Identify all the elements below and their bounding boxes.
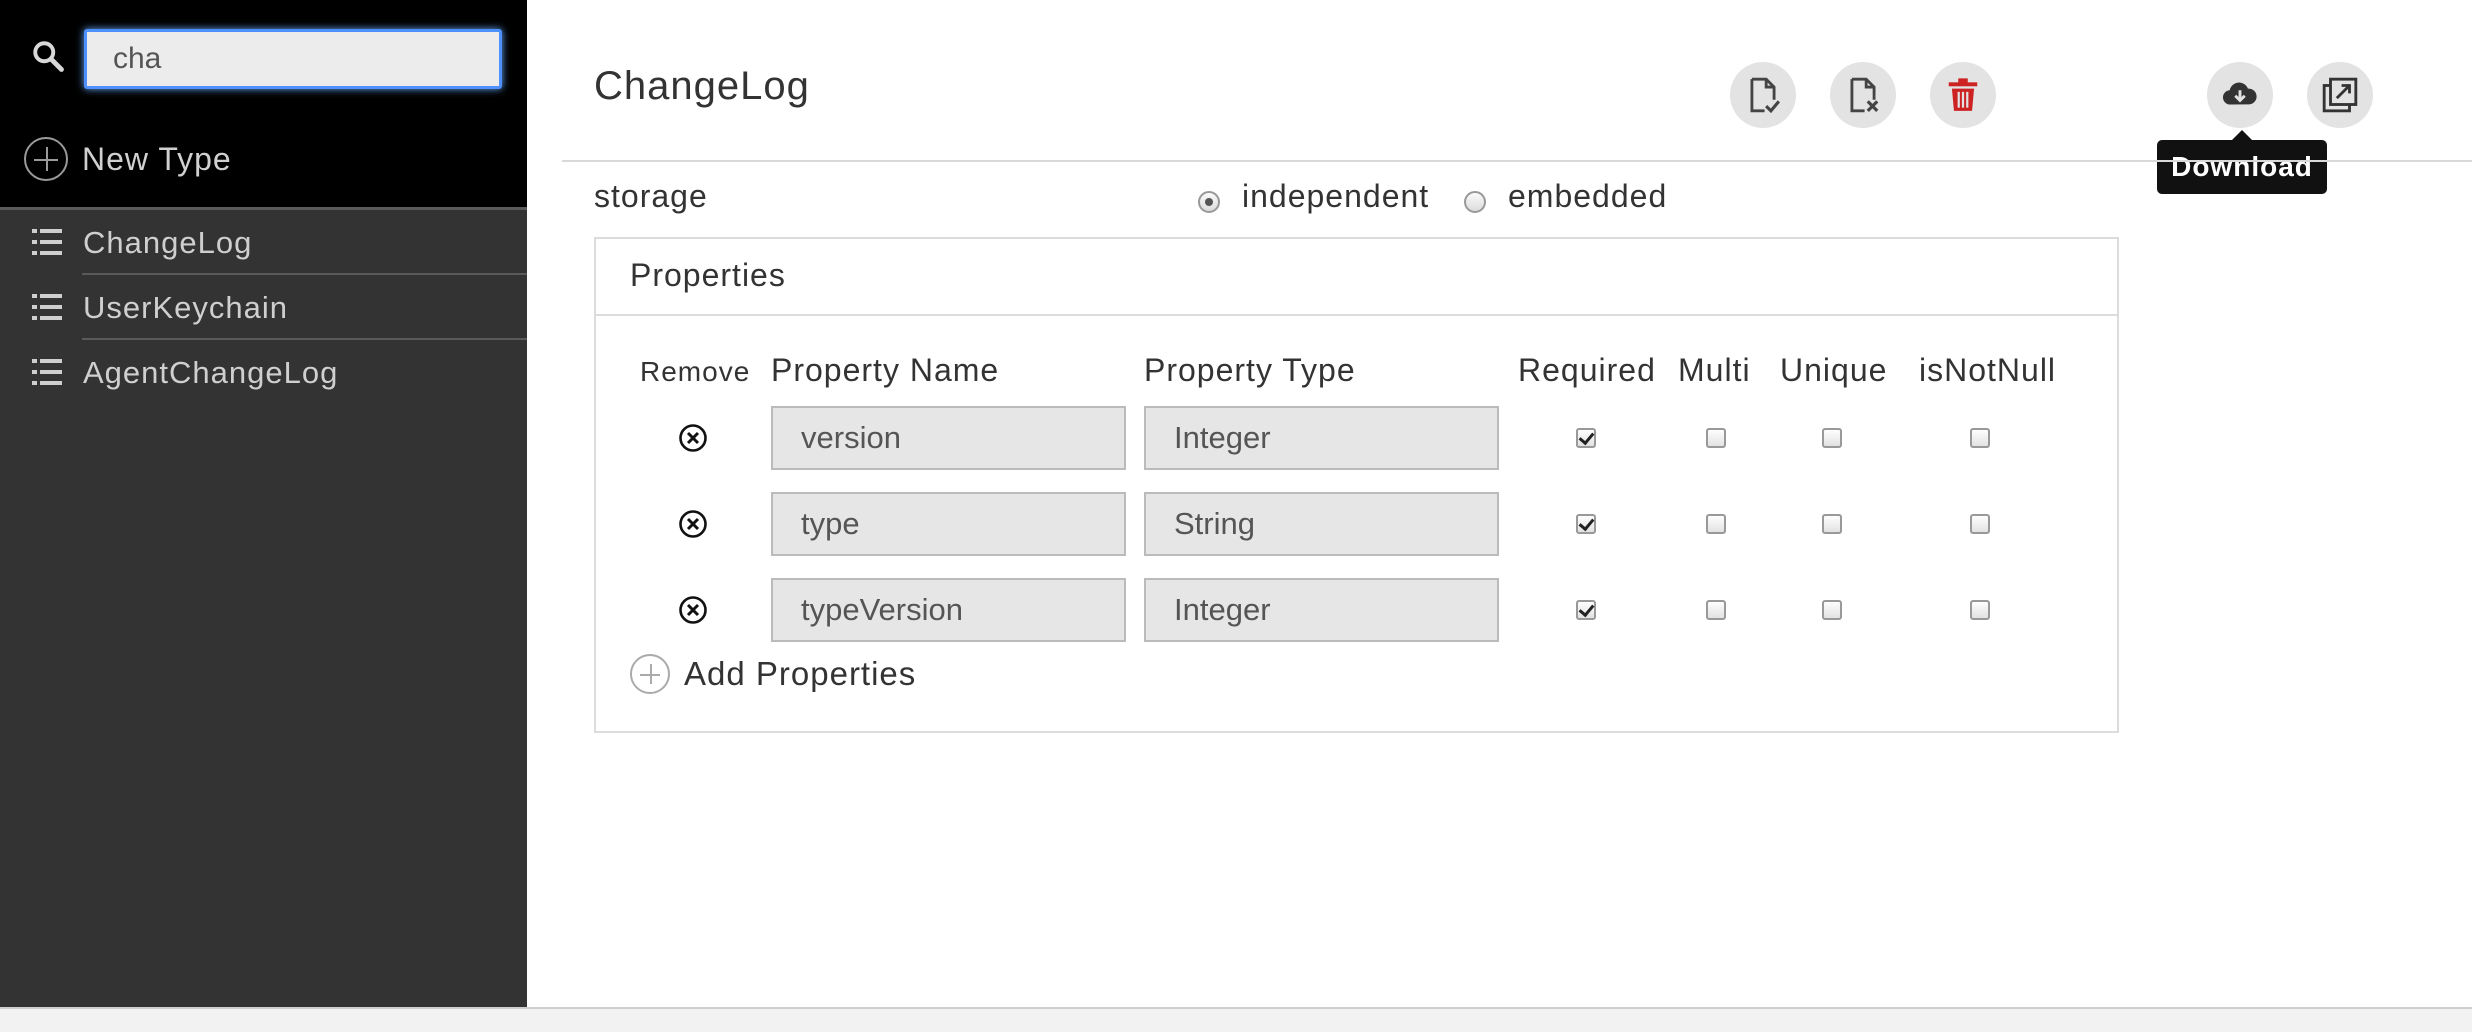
property-type-input[interactable]	[1144, 578, 1499, 642]
remove-circle-icon[interactable]	[678, 509, 708, 539]
download-tooltip: Download	[2157, 130, 2327, 194]
export-button[interactable]	[2307, 62, 2373, 128]
remove-circle-icon[interactable]	[678, 595, 708, 625]
new-type-label: New Type	[82, 140, 232, 177]
property-type-input[interactable]	[1144, 492, 1499, 556]
list-icon	[32, 229, 62, 255]
add-properties-label: Add Properties	[684, 655, 917, 692]
save-type-button[interactable]	[1730, 62, 1796, 128]
type-list: ChangeLog UserKeychain AgentChangeLog	[0, 210, 527, 405]
file-check-icon	[1750, 77, 1781, 114]
header-divider	[562, 160, 2472, 162]
sidebar-item-changelog[interactable]: ChangeLog	[0, 210, 527, 275]
property-name-input[interactable]	[771, 492, 1126, 556]
storage-embedded-radio[interactable]	[1464, 191, 1486, 213]
multi-checkbox[interactable]	[1706, 428, 1726, 448]
remove-circle-icon[interactable]	[678, 423, 708, 453]
storage-label: storage	[594, 178, 708, 214]
sidebar-header: New Type	[0, 0, 527, 210]
add-properties-button[interactable]: Add Properties	[630, 652, 916, 696]
required-checkbox[interactable]	[1576, 428, 1596, 448]
delete-type-button[interactable]	[1930, 62, 1996, 128]
properties-panel-header: Properties	[596, 239, 2117, 316]
trash-icon	[1948, 78, 1978, 111]
storage-independent-radio[interactable]	[1198, 191, 1220, 213]
plus-circle-icon	[630, 654, 670, 694]
sidebar-item-label: AgentChangeLog	[83, 354, 339, 390]
required-checkbox[interactable]	[1576, 600, 1596, 620]
sidebar-item-agentchangelog[interactable]: AgentChangeLog	[0, 340, 527, 405]
file-x-icon	[1850, 77, 1879, 113]
search-input[interactable]	[84, 29, 502, 89]
unique-checkbox[interactable]	[1822, 514, 1842, 534]
header-isnotnull: isNotNull	[1919, 352, 2057, 388]
properties-title: Properties	[630, 257, 786, 293]
page-title: ChangeLog	[594, 64, 810, 108]
header-required: Required	[1518, 352, 1656, 388]
property-type-input[interactable]	[1144, 406, 1499, 470]
multi-checkbox[interactable]	[1706, 514, 1726, 534]
cloud-download-icon	[2222, 82, 2257, 105]
property-name-input[interactable]	[771, 406, 1126, 470]
storage-independent-label: independent	[1242, 178, 1430, 214]
isnotnull-checkbox[interactable]	[1970, 428, 1990, 448]
header-unique: Unique	[1780, 352, 1888, 388]
header-multi: Multi	[1678, 352, 1751, 388]
header-property-type: Property Type	[1144, 352, 1356, 388]
list-icon	[32, 359, 62, 385]
sidebar: New Type ChangeLog UserKeychain	[0, 0, 527, 1007]
isnotnull-checkbox[interactable]	[1970, 514, 1990, 534]
isnotnull-checkbox[interactable]	[1970, 600, 1990, 620]
properties-panel: Properties Remove Property Name Property…	[594, 237, 2119, 733]
property-name-input[interactable]	[771, 578, 1126, 642]
required-checkbox[interactable]	[1576, 514, 1596, 534]
sidebar-item-label: UserKeychain	[83, 289, 288, 325]
sidebar-item-label: ChangeLog	[83, 224, 253, 260]
unique-checkbox[interactable]	[1822, 600, 1842, 620]
list-icon	[32, 294, 62, 320]
unique-checkbox[interactable]	[1822, 428, 1842, 448]
export-images-icon	[2322, 77, 2358, 113]
download-button[interactable]	[2207, 62, 2273, 128]
header-remove: Remove	[640, 356, 751, 387]
discard-changes-button[interactable]	[1830, 62, 1896, 128]
multi-checkbox[interactable]	[1706, 600, 1726, 620]
storage-embedded-label: embedded	[1508, 178, 1668, 214]
header-property-name: Property Name	[771, 352, 1000, 388]
sidebar-item-userkeychain[interactable]: UserKeychain	[0, 275, 527, 340]
new-type-button[interactable]: New Type	[24, 134, 232, 184]
plus-circle-icon	[24, 137, 68, 181]
footer	[0, 1007, 2472, 1032]
search-icon	[33, 41, 64, 72]
